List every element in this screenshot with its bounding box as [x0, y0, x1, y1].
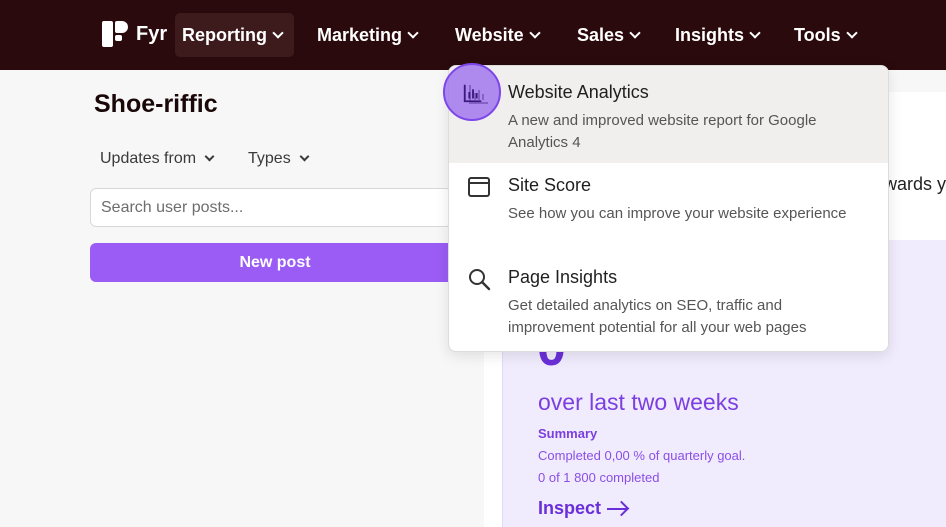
menu-item-description: See how you can improve your website exp… — [508, 205, 847, 222]
chevron-down-icon — [629, 26, 641, 39]
nav-tools[interactable]: Tools — [787, 13, 863, 57]
nav-tools-label: Tools — [794, 24, 841, 45]
chevron-down-icon — [272, 26, 284, 39]
menu-item-title: Site Score — [508, 175, 592, 195]
new-post-button[interactable]: New post — [90, 243, 460, 282]
types-label: Types — [248, 150, 291, 167]
summary-count-text: 0 of 1 800 completed — [538, 470, 660, 485]
logo-text: Fyr — [136, 22, 168, 45]
nav-reporting-label: Reporting — [182, 24, 267, 45]
menu-item-title: Page Insights — [508, 267, 618, 287]
stat-caption: over last two weeks — [538, 389, 739, 415]
updates-from-label: Updates from — [100, 150, 197, 167]
panel-heading-partial: wards yo — [884, 174, 946, 194]
nav-website[interactable]: Website — [448, 13, 546, 57]
chevron-down-icon — [529, 26, 541, 39]
chevron-down-icon — [299, 151, 310, 162]
menu-item-website-analytics[interactable]: Website Analytics A new and improved web… — [449, 66, 888, 163]
app-logo[interactable]: Fyr — [102, 21, 167, 47]
inspect-link[interactable]: Inspect — [538, 498, 628, 519]
page-title: Shoe-riffic — [94, 90, 218, 118]
inspect-link-label: Inspect — [538, 498, 602, 518]
menu-item-description: A new and improved website report for Go… — [508, 112, 817, 151]
menu-item-page-insights[interactable]: Page Insights Get detailed analytics on … — [449, 255, 888, 351]
cursor-click-indicator — [443, 63, 501, 121]
menu-item-site-score[interactable]: Site Score See how you can improve your … — [449, 163, 888, 255]
nav-reporting[interactable]: Reporting — [175, 13, 294, 57]
nav-marketing[interactable]: Marketing — [310, 13, 424, 57]
nav-website-label: Website — [455, 24, 524, 45]
chevron-down-icon — [846, 26, 858, 39]
reporting-dropdown-menu: Website Analytics A new and improved web… — [448, 65, 889, 352]
top-navigation-bar: Fyr Reporting Marketing Website Sales In… — [0, 0, 946, 70]
menu-item-description: Get detailed analytics on SEO, traffic a… — [508, 297, 807, 336]
nav-sales-label: Sales — [577, 24, 625, 45]
magnifier-icon — [467, 267, 491, 291]
nav-sales[interactable]: Sales — [570, 13, 646, 57]
updates-from-filter[interactable]: Updates from — [100, 150, 215, 168]
summary-goal-text: Completed 0,00 % of quarterly goal. — [538, 448, 746, 463]
nav-marketing-label: Marketing — [317, 24, 403, 45]
nav-insights[interactable]: Insights — [668, 13, 766, 57]
menu-item-title: Website Analytics — [508, 82, 649, 102]
chevron-down-icon — [749, 26, 761, 39]
chevron-down-icon — [204, 151, 215, 162]
types-filter[interactable]: Types — [248, 150, 310, 168]
search-posts-input[interactable] — [90, 188, 452, 227]
nav-insights-label: Insights — [675, 24, 745, 45]
summary-label: Summary — [538, 426, 598, 441]
browser-window-icon — [467, 175, 491, 199]
arrow-right-icon — [607, 507, 628, 510]
logo-mark-icon — [102, 21, 128, 47]
chevron-down-icon — [407, 26, 419, 39]
